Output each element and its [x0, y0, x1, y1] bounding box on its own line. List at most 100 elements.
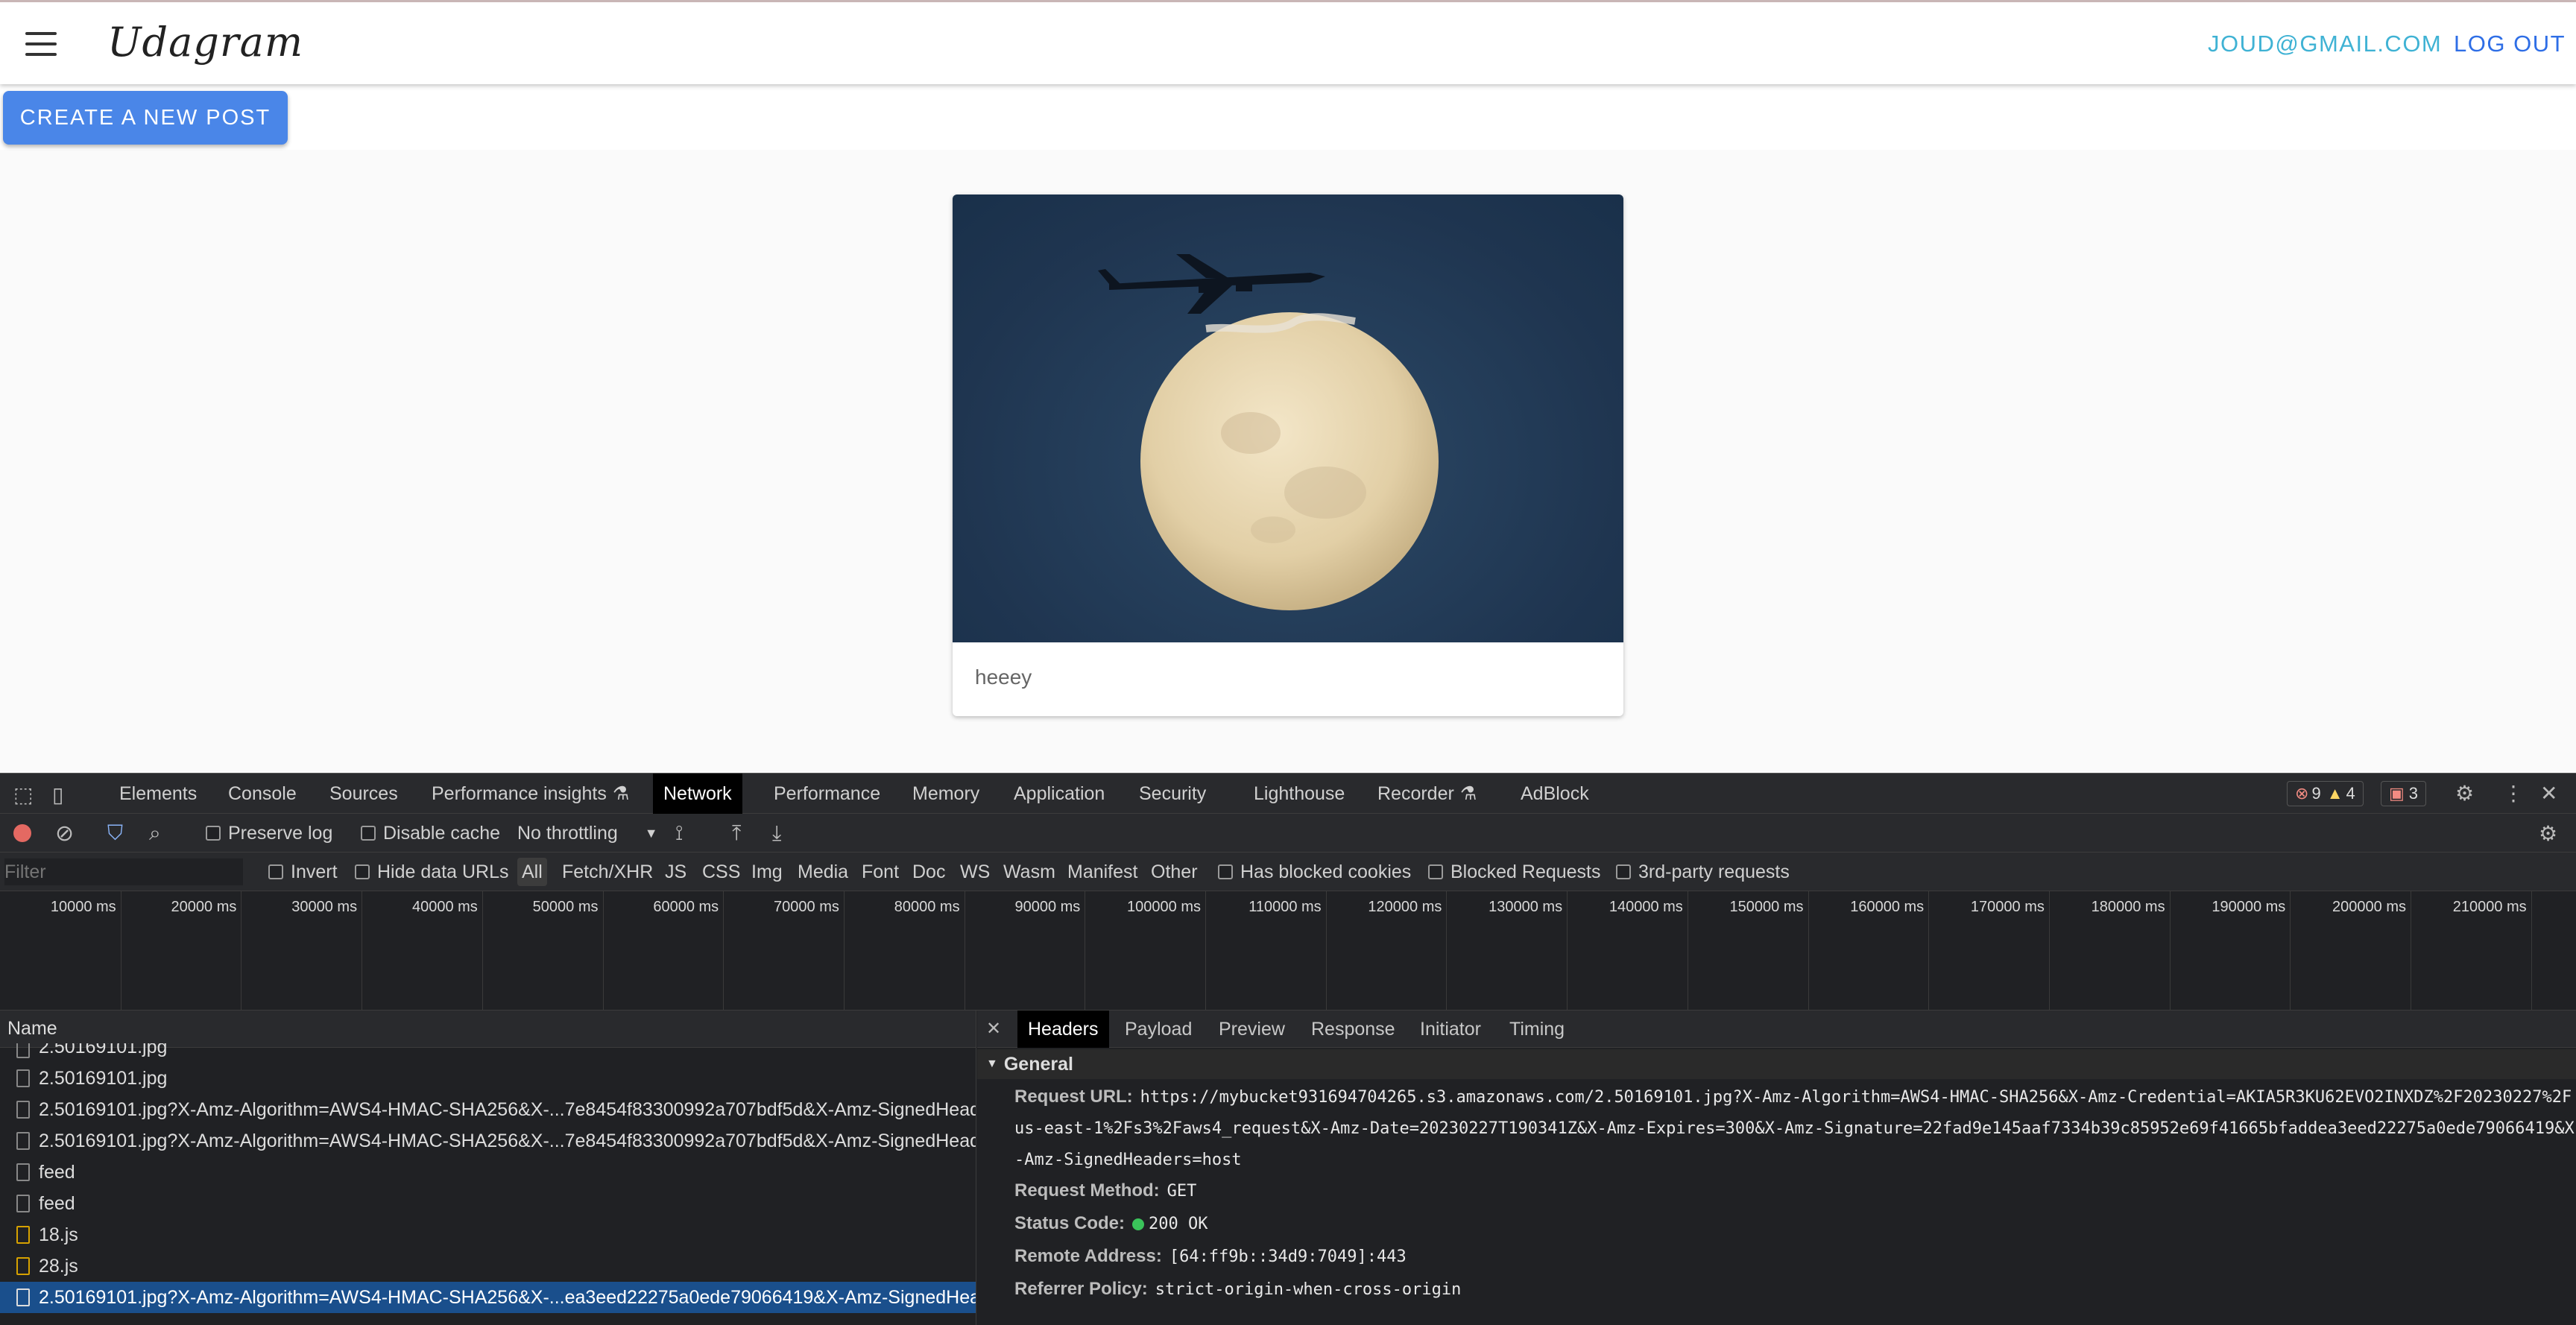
- tab-performance-insights-label: Performance insights: [432, 782, 607, 804]
- request-name: 2.50169101.jpg?X-Amz-Algorithm=AWS4-HMAC…: [39, 1286, 976, 1308]
- filter-type-media[interactable]: Media: [798, 853, 848, 891]
- filter-icon[interactable]: ⛉: [107, 814, 123, 853]
- hamburger-menu-icon[interactable]: [25, 32, 57, 56]
- timeline-tick-label: 200000 ms: [2332, 899, 2406, 915]
- has-blocked-cookies-box[interactable]: [1218, 864, 1233, 879]
- close-devtools-icon[interactable]: ✕: [2540, 781, 2557, 806]
- device-toolbar-icon[interactable]: ▯: [52, 782, 63, 807]
- request-row[interactable]: feed: [0, 1188, 976, 1219]
- request-row-selected[interactable]: 2.50169101.jpg?X-Amz-Algorithm=AWS4-HMAC…: [0, 1282, 976, 1313]
- settings-gear-icon[interactable]: ⚙: [2455, 781, 2474, 806]
- filter-type-doc[interactable]: Doc: [912, 853, 945, 891]
- tab-console[interactable]: Console: [218, 774, 307, 814]
- hide-data-urls-checkbox[interactable]: Hide data URLs: [355, 853, 508, 891]
- blocked-requests-box[interactable]: [1428, 864, 1443, 879]
- request-row[interactable]: 2.50169101.jpg?X-Amz-Algorithm=AWS4-HMAC…: [0, 1094, 976, 1125]
- invert-checkbox[interactable]: Invert: [268, 853, 338, 891]
- preserve-log-box[interactable]: [206, 826, 221, 841]
- tab-elements[interactable]: Elements: [109, 774, 207, 814]
- throttling-select[interactable]: No throttling ▼: [517, 814, 658, 853]
- filter-type-img[interactable]: Img: [751, 853, 783, 891]
- file-icon: [16, 1195, 30, 1212]
- filter-type-manifest[interactable]: Manifest: [1067, 853, 1137, 891]
- timeline-gridline: [843, 891, 845, 1010]
- referrer-policy-row: Referrer Policy: strict-origin-when-cross…: [1014, 1279, 1461, 1300]
- error-warning-counter[interactable]: ⊗ 9 ▲ 4: [2287, 781, 2364, 806]
- flask-icon: ⚗: [612, 783, 630, 804]
- tab-application[interactable]: Application: [1003, 774, 1115, 814]
- request-row[interactable]: feed: [0, 1157, 976, 1188]
- request-row[interactable]: 18.js: [0, 1219, 976, 1250]
- import-har-icon[interactable]: ⤒: [732, 814, 741, 853]
- timeline-tick-label: 110000 ms: [1248, 899, 1322, 915]
- blocked-requests-label: Blocked Requests: [1450, 861, 1601, 882]
- third-party-requests-box[interactable]: [1616, 864, 1631, 879]
- tab-preview[interactable]: Preview: [1208, 1011, 1295, 1048]
- filter-type-other[interactable]: Other: [1151, 853, 1198, 891]
- filter-type-js[interactable]: JS: [665, 853, 686, 891]
- request-row[interactable]: 28.js: [0, 1250, 976, 1282]
- timeline-gridline: [1325, 891, 1327, 1010]
- network-timeline-overview[interactable]: 10000 ms 20000 ms 30000 ms 40000 ms 50000 ms…: [0, 891, 2576, 1011]
- tab-response[interactable]: Response: [1301, 1011, 1406, 1048]
- tab-recorder[interactable]: Recorder ⚗: [1367, 774, 1487, 814]
- brand-logo[interactable]: Udagram: [107, 19, 303, 66]
- preserve-log-checkbox[interactable]: Preserve log: [206, 814, 332, 853]
- timeline-tick-label: 30000 ms: [291, 899, 358, 915]
- tab-timing[interactable]: Timing: [1499, 1011, 1575, 1048]
- issues-counter[interactable]: ▣ 3: [2381, 781, 2427, 806]
- close-details-icon[interactable]: ✕: [986, 1018, 1001, 1040]
- filter-type-all[interactable]: All: [517, 858, 547, 886]
- tab-lighthouse[interactable]: Lighthouse: [1243, 774, 1355, 814]
- request-row[interactable]: 2.50169101.jpg?X-Amz-Algorithm=AWS4-HMAC…: [0, 1125, 976, 1157]
- disable-cache-box[interactable]: [361, 826, 376, 841]
- referrer-policy-label: Referrer Policy:: [1014, 1279, 1148, 1299]
- create-post-button[interactable]: CREATE A NEW POST: [3, 91, 288, 145]
- general-section-header[interactable]: ▼ General: [977, 1049, 2576, 1079]
- clear-icon[interactable]: ⊘: [55, 814, 74, 853]
- blocked-requests-checkbox[interactable]: Blocked Requests: [1428, 853, 1601, 891]
- tab-performance-insights[interactable]: Performance insights ⚗: [421, 774, 640, 814]
- column-header-name[interactable]: Name: [0, 1011, 976, 1048]
- tab-network[interactable]: Network: [653, 774, 742, 814]
- tab-adblock[interactable]: AdBlock: [1510, 774, 1600, 814]
- filter-type-css[interactable]: CSS: [702, 853, 740, 891]
- record-icon[interactable]: [13, 814, 31, 853]
- timeline-tick-label: 70000 ms: [774, 899, 839, 915]
- network-settings-icon[interactable]: ⚙: [2539, 814, 2557, 853]
- request-row[interactable]: 2.50169101.jpg: [0, 1063, 976, 1094]
- request-name: 2.50169101.jpg?X-Amz-Algorithm=AWS4-HMAC…: [39, 1098, 976, 1120]
- tab-initiator[interactable]: Initiator: [1409, 1011, 1491, 1048]
- preserve-log-label: Preserve log: [228, 822, 333, 844]
- filter-type-wasm[interactable]: Wasm: [1003, 853, 1055, 891]
- inspect-element-icon[interactable]: ⬚: [13, 782, 33, 807]
- timeline-tick-label: 180000 ms: [2091, 899, 2165, 915]
- third-party-requests-checkbox[interactable]: 3rd-party requests: [1616, 853, 1790, 891]
- tab-sources[interactable]: Sources: [319, 774, 408, 814]
- more-options-icon[interactable]: ⋮: [2503, 781, 2524, 806]
- invert-box[interactable]: [268, 864, 283, 879]
- post-card: heeey: [953, 195, 1623, 716]
- request-url-continuation: -Amz-SignedHeaders=host: [1014, 1149, 1242, 1170]
- filter-type-font[interactable]: Font: [862, 853, 899, 891]
- hide-data-urls-box[interactable]: [355, 864, 370, 879]
- network-conditions-icon[interactable]: ⟟: [675, 814, 683, 853]
- export-har-icon[interactable]: ⤓: [772, 814, 781, 853]
- filter-type-ws[interactable]: WS: [960, 853, 990, 891]
- filter-input[interactable]: [4, 858, 243, 885]
- disable-cache-checkbox[interactable]: Disable cache: [361, 814, 500, 853]
- timeline-gridline: [723, 891, 724, 1010]
- tab-headers[interactable]: Headers: [1017, 1011, 1109, 1048]
- search-icon[interactable]: ⌕: [149, 814, 161, 853]
- request-method-label: Request Method:: [1014, 1180, 1160, 1201]
- filter-type-fetch-xhr[interactable]: Fetch/XHR: [562, 853, 653, 891]
- dropdown-arrow-icon: ▼: [644, 825, 658, 841]
- has-blocked-cookies-checkbox[interactable]: Has blocked cookies: [1218, 853, 1411, 891]
- tab-memory[interactable]: Memory: [902, 774, 990, 814]
- request-row[interactable]: 2.50169101.jpg: [0, 1043, 976, 1058]
- tab-performance[interactable]: Performance: [763, 774, 891, 814]
- tab-security[interactable]: Security: [1128, 774, 1216, 814]
- logout-button[interactable]: LOG OUT: [2454, 31, 2566, 57]
- flask-icon: ⚗: [1459, 783, 1477, 804]
- tab-payload[interactable]: Payload: [1114, 1011, 1202, 1048]
